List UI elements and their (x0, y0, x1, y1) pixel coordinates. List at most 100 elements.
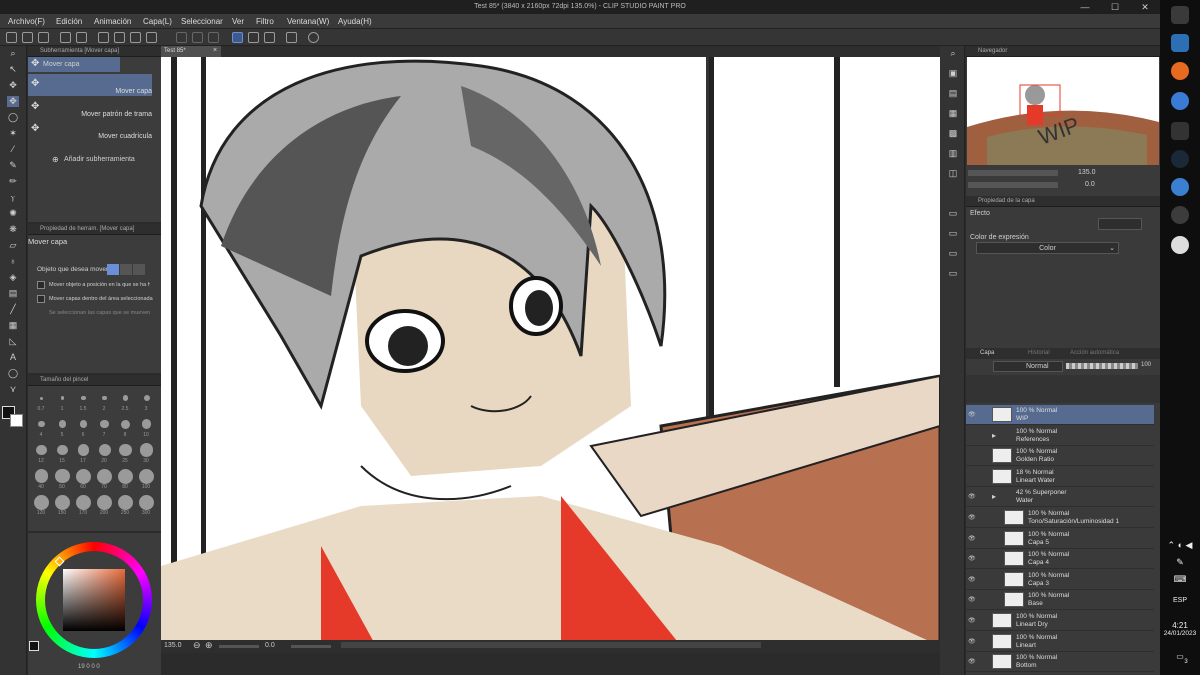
brush-size-cell[interactable]: 80 (116, 468, 135, 492)
clip-studio-icon[interactable] (1171, 236, 1189, 254)
firefox-icon[interactable] (1171, 62, 1189, 80)
color-fg-swatch[interactable] (29, 641, 39, 651)
canvas-zoom[interactable]: 135.0 (164, 642, 182, 649)
crop-icon[interactable] (146, 32, 157, 43)
navigator-zoom-slider[interactable] (968, 170, 1058, 176)
brush-size-cell[interactable]: 200 (95, 494, 114, 518)
text-tool-icon[interactable]: A (7, 352, 19, 363)
eye-icon[interactable]: 👁 (968, 493, 976, 500)
brush-size-cell[interactable]: 8 (116, 416, 135, 440)
blend-mode-select[interactable]: Normal (993, 361, 1063, 372)
move-tool-icon[interactable]: ✥ (7, 80, 19, 91)
canvas-area[interactable] (161, 46, 940, 653)
app-icon-gray[interactable] (1171, 206, 1189, 224)
opacity-slider[interactable] (1066, 363, 1138, 369)
subtool-item-move-pattern[interactable]: Mover patrón de trama (28, 111, 152, 118)
pen-tray-icon[interactable]: ✎ (1160, 557, 1200, 568)
brush-size-cell[interactable]: 5 (53, 416, 72, 440)
new-file-icon[interactable] (6, 32, 17, 43)
canvas-tab[interactable]: Test 85* (161, 46, 221, 57)
brush-size-cell[interactable]: 17 (74, 442, 93, 466)
airbrush-tool-icon[interactable]: ✺ (7, 208, 19, 219)
zoom-in-icon[interactable]: ⊕ (205, 640, 213, 651)
save-icon[interactable] (38, 32, 49, 43)
eye-icon[interactable]: 👁 (968, 617, 976, 624)
subtool-item-move-layer[interactable]: Mover capa (28, 88, 152, 95)
brush-size-cell[interactable]: 50 (53, 468, 72, 492)
saturation-square[interactable] (63, 569, 125, 631)
palette-icon[interactable]: ▦ (947, 108, 959, 119)
maximize-button[interactable]: ☐ (1100, 0, 1130, 14)
close-tab-icon[interactable]: × (213, 47, 217, 54)
layer-row[interactable]: 👁 100 % Normal Bottom (966, 652, 1154, 673)
app-icon-blue[interactable] (1171, 178, 1189, 196)
terminal-icon[interactable] (1171, 122, 1189, 140)
brush-size-cell[interactable]: 300 (137, 494, 156, 518)
eye-icon[interactable]: 👁 (968, 638, 976, 645)
layer-row[interactable]: ▸ 100 % Normal References (966, 426, 1154, 446)
brush-size-cell[interactable]: 3 (137, 390, 156, 414)
brush-size-cell[interactable]: 120 (32, 494, 51, 518)
navigator-rotate-slider[interactable] (968, 182, 1058, 188)
brush-size-cell[interactable]: 25 (116, 442, 135, 466)
option-checkbox-1[interactable] (37, 281, 45, 289)
browser-icon[interactable] (1171, 92, 1189, 110)
windows-start-icon[interactable] (1171, 6, 1189, 24)
undo-icon[interactable] (60, 32, 71, 43)
canvas-angle[interactable]: 0.0 (265, 642, 275, 649)
brush-size-cell[interactable]: 150 (53, 494, 72, 518)
minimize-button[interactable]: — (1070, 0, 1100, 14)
brush-size-cell[interactable]: 170 (74, 494, 93, 518)
zoom-slider[interactable] (219, 645, 259, 648)
brush-size-cell[interactable]: 15 (53, 442, 72, 466)
layer-row[interactable]: 👁 100 % Normal Tono/Saturación/Luminosidad… (966, 508, 1154, 528)
layer-row[interactable]: 18 % Normal Lineart Water (966, 467, 1154, 487)
lasso-tool-icon[interactable]: ◯ (7, 112, 19, 123)
brush-size-cell[interactable]: 4 (32, 416, 51, 440)
brush-size-cell[interactable]: 12 (32, 442, 51, 466)
vector-icon[interactable] (248, 32, 259, 43)
snap-grid-icon[interactable] (208, 32, 219, 43)
menu-ver[interactable]: Ver (232, 17, 244, 26)
subtool-item-move-grid[interactable]: Mover cuadrícula (28, 133, 152, 140)
menu-ayuda[interactable]: Ayuda(H) (338, 17, 372, 26)
brush-size-cell[interactable]: 6 (74, 416, 93, 440)
tab-historial[interactable]: Historial (1028, 350, 1050, 356)
fill-tool-icon[interactable]: ◈ (7, 272, 19, 283)
tablet-icon[interactable] (286, 32, 297, 43)
history-icon[interactable]: ▥ (947, 148, 959, 159)
correct-line-tool-icon[interactable]: ⋎ (7, 384, 19, 395)
layer-row[interactable]: 👁 100 % Normal Lineart Dry (966, 611, 1154, 631)
brush-size-cell[interactable]: 30 (137, 442, 156, 466)
folder-icon[interactable]: ▸ (992, 492, 996, 501)
search-icon[interactable]: ⌕ (947, 48, 959, 59)
file-explorer-icon[interactable] (1171, 34, 1189, 52)
eye-icon[interactable]: 👁 (968, 535, 976, 542)
brush-size-cell[interactable]: 1.5 (74, 390, 93, 414)
layer-row[interactable]: 👁 100 % Normal WIP (966, 405, 1154, 425)
help-icon[interactable] (308, 32, 319, 43)
rotate-slider[interactable] (291, 645, 331, 648)
folder-icon[interactable]: ▸ (992, 431, 996, 440)
eye-icon[interactable]: 👁 (968, 596, 976, 603)
open-file-icon[interactable] (22, 32, 33, 43)
brush-size-cell[interactable]: 2.5 (116, 390, 135, 414)
move-layer-tool-icon[interactable]: ✥ (7, 96, 19, 107)
layer-row[interactable]: 👁 100 % Normal Capa 3 (966, 570, 1154, 590)
menu-archivo[interactable]: Archivo(F) (8, 17, 45, 26)
horizontal-scrollbar[interactable] (341, 642, 761, 648)
panel-icon-d[interactable]: ▭ (947, 268, 959, 279)
figure-tool-icon[interactable]: ╱ (7, 304, 19, 315)
navigator-zoom[interactable]: 135.0 (1078, 169, 1096, 176)
clear-icon[interactable] (98, 32, 109, 43)
snap-ruler-icon[interactable] (176, 32, 187, 43)
menu-seleccionar[interactable]: Seleccionar (181, 17, 223, 26)
blend-tool-icon[interactable]: ♁ (7, 256, 19, 267)
library-icon[interactable]: ▤ (947, 88, 959, 99)
zoom-tool-icon[interactable]: ⌕ (7, 48, 19, 59)
brush-size-cell[interactable]: 60 (74, 468, 93, 492)
clock-time[interactable]: 4:21 (1160, 621, 1200, 630)
balloon-tool-icon[interactable]: ◯ (7, 368, 19, 379)
material-icon[interactable]: ▣ (947, 68, 959, 79)
pen-pressure-icon[interactable] (232, 32, 243, 43)
